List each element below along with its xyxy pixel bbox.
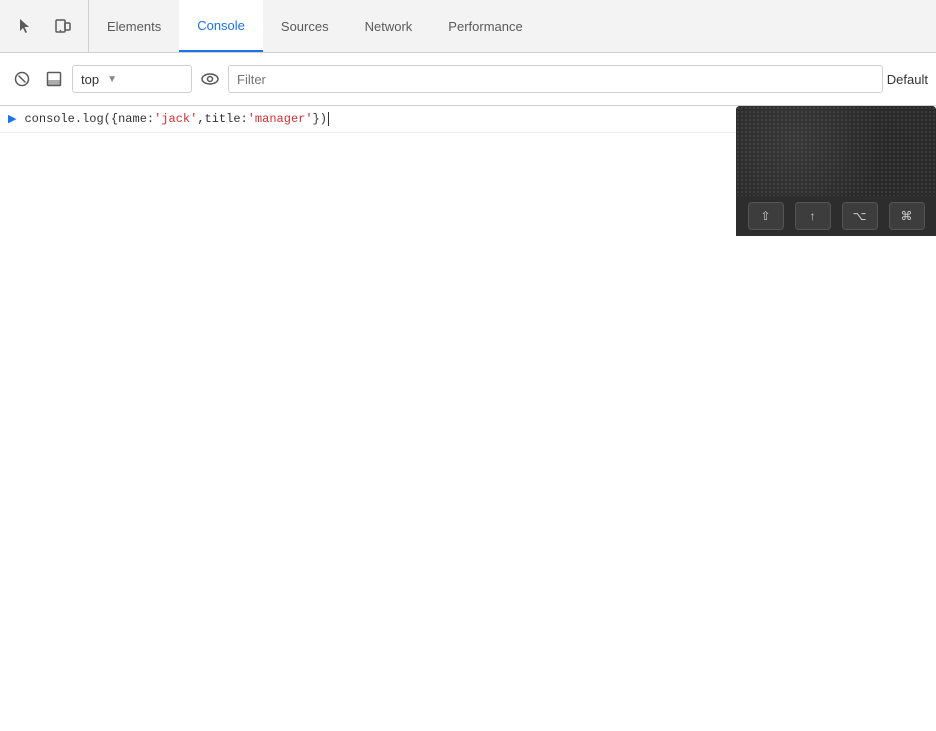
expand-arrow-icon[interactable]: ▶ [8,112,16,125]
console-toolbar: top ▼ Default [0,53,936,106]
show-console-drawer-button[interactable] [40,65,68,93]
cursor-icon[interactable] [10,11,40,41]
filter-input[interactable] [228,65,883,93]
tab-console[interactable]: Console [179,0,263,52]
console-log-text: console.log({name:'jack',title:'manager'… [24,110,328,128]
context-value: top [81,72,99,87]
tab-performance[interactable]: Performance [430,0,540,52]
keyboard-display [736,106,936,196]
log-levels-label[interactable]: Default [887,72,928,87]
create-live-expression-button[interactable] [196,65,224,93]
clear-console-button[interactable] [8,65,36,93]
device-toggle-icon[interactable] [48,11,78,41]
keyboard-buttons-row: ⇧ ↑ ⌥ ⌘ [736,196,936,236]
context-selector[interactable]: top ▼ [72,65,192,93]
option-key-button[interactable]: ⌥ [842,202,878,230]
tab-elements[interactable]: Elements [89,0,179,52]
dropdown-arrow-icon: ▼ [107,74,117,85]
devtools-icons [0,0,89,52]
up-key-button[interactable]: ↑ [795,202,831,230]
tab-sources[interactable]: Sources [263,0,347,52]
console-content: ▶ console.log({name:'jack',title:'manage… [0,106,936,731]
tab-network[interactable]: Network [347,0,431,52]
keyboard-shortcut-overlay: ⇧ ↑ ⌥ ⌘ [736,106,936,236]
shift-key-button[interactable]: ⇧ [748,202,784,230]
tab-bar: Elements Console Sources Network Perform… [0,0,936,53]
command-key-button[interactable]: ⌘ [889,202,925,230]
